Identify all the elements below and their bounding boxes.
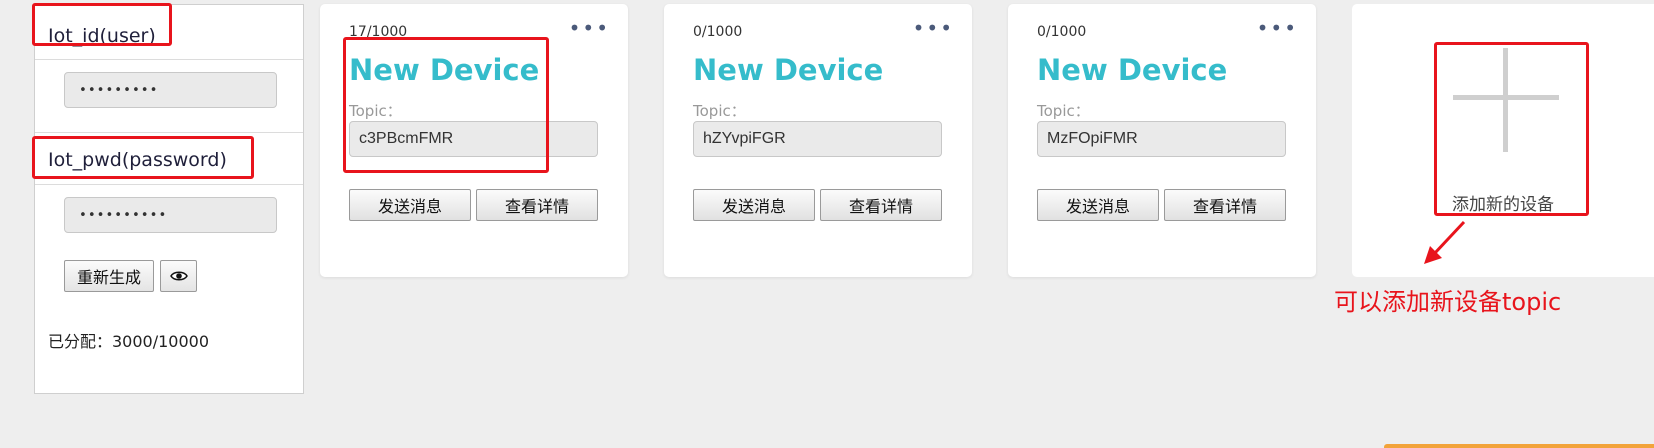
show-password-button[interactable]: [160, 260, 197, 292]
allocated-count: 已分配：3000/10000: [48, 332, 210, 351]
annotation-box: [32, 3, 172, 46]
view-details-button[interactable]: 查看详情: [1164, 189, 1286, 221]
eye-icon: [169, 271, 188, 281]
view-details-button[interactable]: 查看详情: [820, 189, 942, 221]
annotation-text: 可以添加新设备topic: [1334, 288, 1562, 316]
credentials-panel: Iot_id(user) ••••••••• Iot_pwd(password)…: [34, 4, 304, 394]
more-options-icon[interactable]: •••: [913, 18, 954, 38]
iot-id-field[interactable]: •••••••••: [64, 72, 277, 108]
topic-field[interactable]: MzFOpiFMR: [1037, 121, 1286, 157]
send-message-button[interactable]: 发送消息: [349, 189, 471, 221]
floating-button-edge[interactable]: [1384, 444, 1654, 448]
annotation-box: [343, 37, 549, 173]
message-count: 0/1000: [693, 24, 743, 40]
topic-label: Topic：: [693, 102, 746, 120]
device-card: 0/1000 ••• New Device Topic： hZYvpiFGR 发…: [664, 4, 972, 277]
regenerate-button[interactable]: 重新生成: [64, 260, 154, 292]
message-count: 0/1000: [1037, 24, 1087, 40]
device-title: New Device: [693, 53, 884, 87]
more-options-icon[interactable]: •••: [569, 18, 610, 38]
iot-pwd-field[interactable]: ••••••••••: [64, 197, 277, 233]
annotation-box: [1434, 42, 1589, 216]
annotation-arrow-icon: [1424, 220, 1466, 264]
device-card: 0/1000 ••• New Device Topic： MzFOpiFMR 发…: [1008, 4, 1316, 277]
annotation-box: [32, 136, 254, 179]
device-title: New Device: [1037, 53, 1228, 87]
more-options-icon[interactable]: •••: [1257, 18, 1298, 38]
divider: [35, 59, 303, 60]
divider: [35, 132, 303, 133]
topic-label: Topic：: [1037, 102, 1090, 120]
divider: [35, 184, 303, 185]
topic-field[interactable]: hZYvpiFGR: [693, 121, 942, 157]
send-message-button[interactable]: 发送消息: [1037, 189, 1159, 221]
send-message-button[interactable]: 发送消息: [693, 189, 815, 221]
view-details-button[interactable]: 查看详情: [476, 189, 598, 221]
